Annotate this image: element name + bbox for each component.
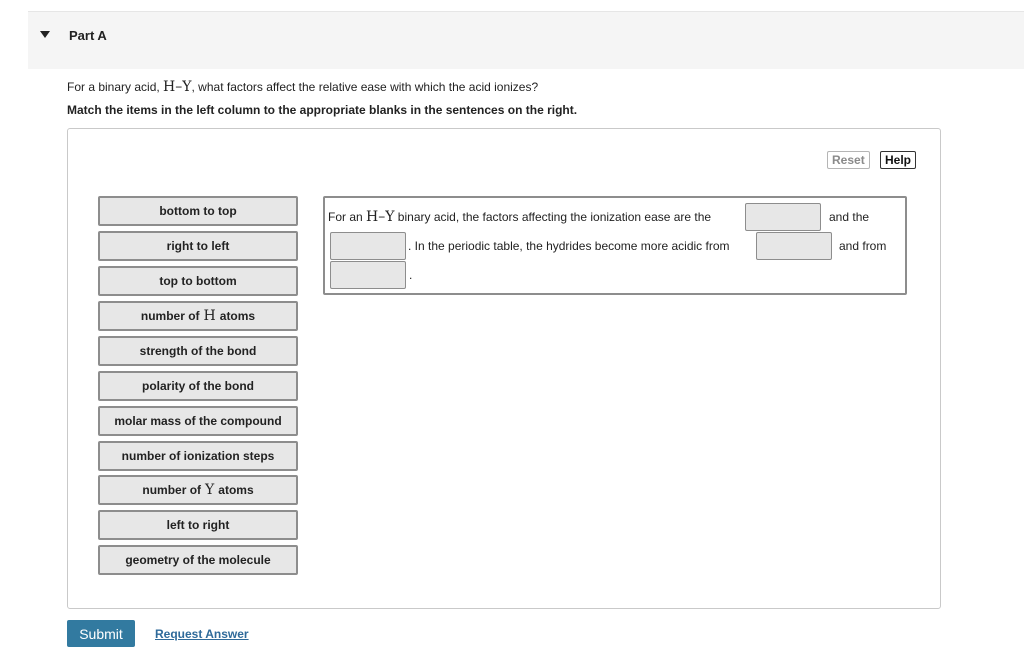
tile-label: polarity of the bond bbox=[142, 379, 254, 393]
tile-label: top to bottom bbox=[159, 274, 237, 288]
tile-geometry-of-molecule[interactable]: geometry of the molecule bbox=[98, 545, 298, 575]
tile-label-pre: number of bbox=[140, 309, 200, 323]
tile-label: strength of the bond bbox=[139, 344, 257, 358]
tile-label-post: atoms bbox=[218, 483, 254, 497]
tile-top-to-bottom[interactable]: top to bottom bbox=[98, 266, 298, 296]
tile-strength-of-bond[interactable]: strength of the bond bbox=[98, 336, 298, 366]
reset-button[interactable]: Reset bbox=[827, 151, 870, 169]
tile-right-to-left[interactable]: right to left bbox=[98, 231, 298, 261]
submit-button[interactable]: Submit bbox=[67, 620, 135, 647]
sentence-and-the: and the bbox=[829, 210, 870, 224]
question-prefix: For a binary acid, bbox=[67, 80, 164, 94]
matching-workspace: Reset Help bottom to top right to left t… bbox=[67, 128, 941, 609]
part-header: Part A bbox=[28, 11, 1024, 69]
sentence-end: . bbox=[409, 268, 413, 282]
instructions-text: Match the items in the left column to th… bbox=[67, 103, 578, 117]
tile-label: left to right bbox=[166, 518, 230, 532]
sentence-and-from: and from bbox=[839, 239, 887, 253]
tile-label-post: atoms bbox=[219, 309, 256, 323]
question-suffix: , what factors affect the relative ease … bbox=[191, 80, 539, 94]
tile-number-of-y-atoms[interactable]: number of Yatoms bbox=[98, 475, 298, 505]
tile-label: molar mass of the compound bbox=[114, 414, 282, 428]
tile-number-of-h-atoms[interactable]: number of Hatoms bbox=[98, 301, 298, 331]
blank-4[interactable] bbox=[330, 261, 406, 289]
blank-2[interactable] bbox=[330, 232, 406, 260]
tile-label-symbol: H bbox=[203, 308, 216, 324]
tile-label: geometry of the molecule bbox=[125, 553, 271, 567]
tile-molar-mass[interactable]: molar mass of the compound bbox=[98, 406, 298, 436]
tile-bottom-to-top[interactable]: bottom to top bbox=[98, 196, 298, 226]
sentence-box: For an H–Y binary acid, the factors affe… bbox=[323, 196, 907, 295]
help-button[interactable]: Help bbox=[880, 151, 917, 169]
tile-label-pre: number of bbox=[142, 483, 202, 497]
question-formula-y: Y bbox=[182, 79, 192, 95]
blank-3[interactable] bbox=[756, 232, 832, 260]
tile-label: bottom to top bbox=[159, 204, 237, 218]
request-answer-link[interactable]: Request Answer bbox=[155, 627, 249, 641]
tile-ionization-steps[interactable]: number of ionization steps bbox=[98, 441, 298, 471]
sentence-part2: . In the periodic table, the hydrides be… bbox=[408, 239, 730, 253]
tile-label: right to left bbox=[166, 239, 230, 253]
sentence-formula: H–Y bbox=[366, 209, 395, 225]
sentence-part1: For an H–Y binary acid, the factors affe… bbox=[328, 209, 711, 225]
question-formula-h: H bbox=[163, 79, 176, 95]
part-title: Part A bbox=[69, 28, 107, 43]
blank-1[interactable] bbox=[745, 203, 821, 231]
collapse-triangle-icon[interactable] bbox=[40, 31, 50, 38]
question-text: For a binary acid, H–Y, what factors aff… bbox=[67, 79, 538, 95]
tile-left-to-right[interactable]: left to right bbox=[98, 510, 298, 540]
tile-label: number of ionization steps bbox=[121, 449, 275, 463]
tile-label-symbol: Y bbox=[205, 482, 215, 498]
tile-polarity-of-bond[interactable]: polarity of the bond bbox=[98, 371, 298, 401]
sentence-text: binary acid, the factors affecting the i… bbox=[394, 210, 712, 224]
sentence-prefix: For an bbox=[328, 210, 367, 224]
